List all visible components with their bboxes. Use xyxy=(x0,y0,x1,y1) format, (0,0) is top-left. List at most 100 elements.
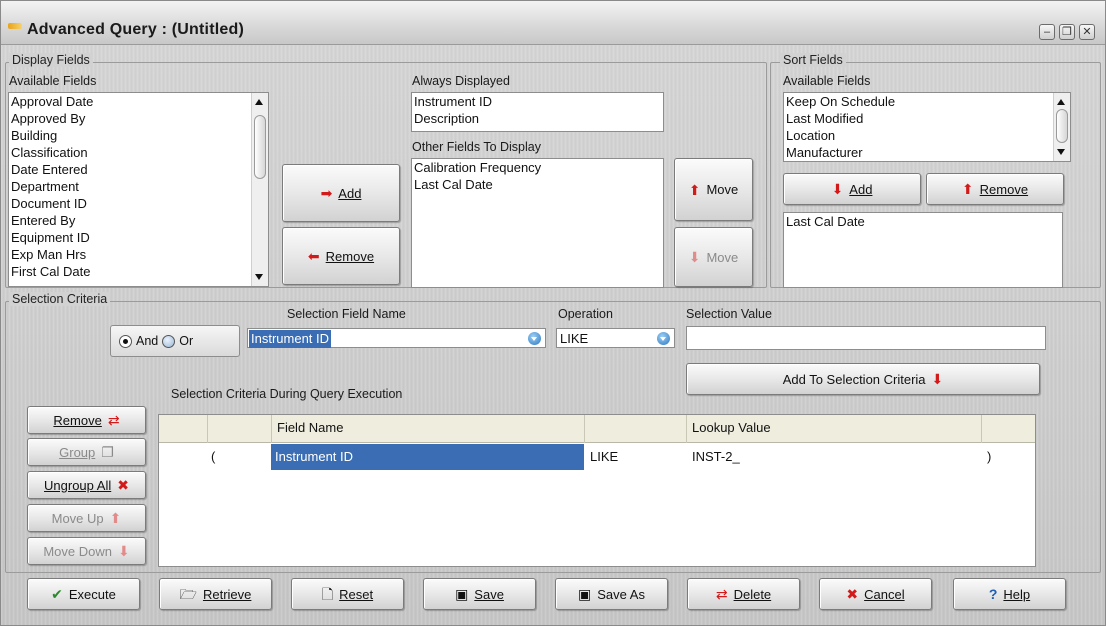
arrow-down-icon: ⬇ xyxy=(117,543,130,559)
other-fields-label: Other Fields To Display xyxy=(412,140,541,154)
selection-field-name-combo[interactable]: Instrument ID xyxy=(247,328,546,348)
grid-cell-close-paren[interactable]: ) xyxy=(983,444,1033,470)
add-to-selection-criteria-button[interactable]: Add To Selection Criteria ⬇ xyxy=(686,363,1040,395)
save-icon: ▣ xyxy=(455,586,469,602)
arrow-down-icon: ⬇ xyxy=(688,249,701,265)
list-item[interactable]: Department xyxy=(9,178,268,195)
x-icon: ✖ xyxy=(846,586,859,602)
execute-button[interactable]: ✔ Execute xyxy=(27,578,140,610)
remove-criteria-button[interactable]: Remove ⇄ xyxy=(27,406,146,434)
list-item[interactable]: Last Cal Date xyxy=(412,176,663,193)
and-radio[interactable] xyxy=(119,334,132,348)
title-bar: Advanced Query : (Untitled) – ❐ ✕ xyxy=(1,1,1105,45)
save-as-button[interactable]: ▣ Save As xyxy=(555,578,668,610)
scroll-thumb[interactable] xyxy=(254,115,266,179)
list-item[interactable]: Calibration Frequency xyxy=(412,159,663,176)
document-icon: 🗋 xyxy=(321,586,334,602)
retrieve-button[interactable]: 🗁 Retrieve xyxy=(159,578,272,610)
available-fields-scrollbar[interactable] xyxy=(251,93,268,286)
list-item: Description xyxy=(414,111,480,126)
grid-header-field-name[interactable]: Field Name xyxy=(273,415,343,441)
arrow-up-icon: ⬆ xyxy=(688,181,701,198)
group-button[interactable]: Group ❐ xyxy=(27,438,146,466)
save-as-icon: ▣ xyxy=(578,586,592,602)
question-mark-icon: ? xyxy=(988,586,998,602)
or-radio[interactable] xyxy=(162,334,176,348)
available-fields-label: Available Fields xyxy=(9,74,97,88)
add-display-field-button[interactable]: ➡ Add xyxy=(282,164,400,222)
always-displayed-label: Always Displayed xyxy=(412,74,510,88)
list-item[interactable]: Classification xyxy=(9,144,268,161)
sort-fields-legend: Sort Fields xyxy=(780,53,846,67)
operation-combo[interactable]: LIKE xyxy=(556,328,675,348)
and-or-radio-group: And Or xyxy=(110,325,240,357)
grid-cell-operation[interactable]: LIKE xyxy=(586,444,686,470)
list-item[interactable]: Equipment ID xyxy=(9,229,268,246)
list-item[interactable]: Location xyxy=(784,127,1070,144)
help-button[interactable]: ? Help xyxy=(953,578,1066,610)
sort-selected-list[interactable]: Last Cal Date xyxy=(783,212,1063,288)
remove-arrows-icon: ⇄ xyxy=(107,412,120,428)
arrow-up-icon: ⬆ xyxy=(961,181,974,197)
selection-criteria-legend: Selection Criteria xyxy=(9,292,111,306)
grid-cell-open-paren[interactable]: ( xyxy=(207,444,267,470)
arrow-right-icon: ➡ xyxy=(320,185,333,201)
move-up-criteria-button[interactable]: Move Up ⬆ xyxy=(27,504,146,532)
operation-label: Operation xyxy=(558,307,613,321)
delete-button[interactable]: ⇄ Delete xyxy=(687,578,800,610)
grid-header-lookup-value[interactable]: Lookup Value xyxy=(688,415,771,441)
list-item[interactable]: Date Entered xyxy=(9,161,268,178)
sort-add-button[interactable]: ⬇ Add xyxy=(783,173,921,205)
list-item[interactable]: Manufacturer xyxy=(784,144,1070,161)
scroll-up-icon[interactable] xyxy=(1057,99,1065,105)
scroll-down-icon[interactable] xyxy=(255,274,263,280)
list-item[interactable]: Building xyxy=(9,127,268,144)
selection-during-execution-label: Selection Criteria During Query Executio… xyxy=(171,387,403,401)
minimize-button[interactable]: – xyxy=(1039,24,1055,40)
dropdown-icon[interactable] xyxy=(528,332,541,345)
list-item[interactable]: Last Modified xyxy=(784,110,1070,127)
scroll-up-icon[interactable] xyxy=(255,99,263,105)
arrow-left-icon: ⬅ xyxy=(307,248,320,264)
ungroup-all-button[interactable]: Ungroup All ✖ xyxy=(27,471,146,499)
save-button[interactable]: ▣ Save xyxy=(423,578,536,610)
delete-arrows-icon: ⇄ xyxy=(715,586,728,602)
move-down-field-button[interactable]: ⬇ Move xyxy=(674,227,753,287)
list-item: Instrument ID xyxy=(414,94,493,109)
list-item[interactable]: Last Cal Date xyxy=(784,213,1062,230)
list-item[interactable]: Approval Date xyxy=(9,93,268,110)
list-item[interactable]: Document ID xyxy=(9,195,268,212)
reset-button[interactable]: 🗋 Reset xyxy=(291,578,404,610)
remove-display-field-button[interactable]: ⬅ Remove xyxy=(282,227,400,285)
x-icon: ✖ xyxy=(117,477,129,493)
sort-fields-scrollbar[interactable] xyxy=(1053,93,1070,161)
list-item[interactable]: Exp Man Hrs xyxy=(9,246,268,263)
restore-button[interactable]: ❐ xyxy=(1059,24,1075,40)
scroll-down-icon[interactable] xyxy=(1057,149,1065,155)
list-item[interactable]: First Cal Date xyxy=(9,263,268,280)
sort-available-fields-list[interactable]: Keep On Schedule Last Modified Location … xyxy=(783,92,1071,162)
other-fields-list[interactable]: Calibration Frequency Last Cal Date xyxy=(411,158,664,288)
move-down-criteria-button[interactable]: Move Down ⬇ xyxy=(27,537,146,565)
grid-cell-lookup-value[interactable]: INST-2_ xyxy=(688,444,978,470)
selection-field-name-value: Instrument ID xyxy=(249,330,332,348)
advanced-query-window: Advanced Query : (Untitled) – ❐ ✕ Displa… xyxy=(0,0,1106,626)
scroll-thumb[interactable] xyxy=(1056,109,1068,143)
arrow-up-icon: ⬆ xyxy=(109,510,122,526)
list-item[interactable]: Approved By xyxy=(9,110,268,127)
available-fields-list[interactable]: Approval Date Approved By Building Class… xyxy=(8,92,269,287)
dropdown-icon[interactable] xyxy=(657,332,670,345)
close-button[interactable]: ✕ xyxy=(1079,24,1095,40)
list-item[interactable]: Keep On Schedule xyxy=(784,93,1070,110)
sort-available-fields-label: Available Fields xyxy=(783,74,871,88)
cancel-button[interactable]: ✖ Cancel xyxy=(819,578,932,610)
grid-cell-field-name[interactable]: Instrument ID xyxy=(271,444,584,470)
list-item[interactable]: Entered By xyxy=(9,212,268,229)
move-up-field-button[interactable]: ⬆ Move xyxy=(674,158,753,221)
or-label: Or xyxy=(179,334,194,348)
arrow-down-icon: ⬇ xyxy=(831,181,844,197)
selection-criteria-grid[interactable]: Field Name Lookup Value ( Instrument ID … xyxy=(158,414,1036,567)
sort-remove-button[interactable]: ⬆ Remove xyxy=(926,173,1064,205)
selection-value-input[interactable] xyxy=(686,326,1046,350)
display-fields-legend: Display Fields xyxy=(9,53,93,67)
